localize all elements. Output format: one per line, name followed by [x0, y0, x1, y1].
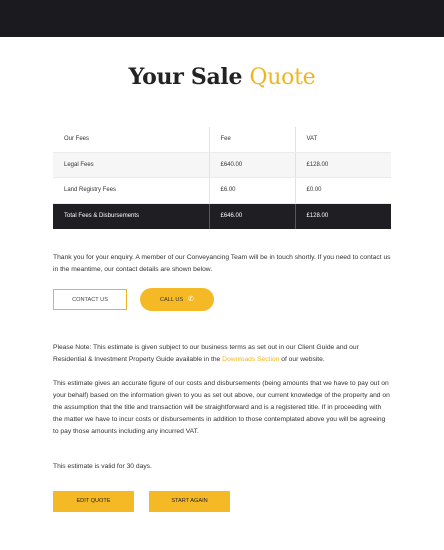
page-title: Your Sale Quote: [0, 64, 444, 90]
call-us-label: CALL US: [160, 297, 184, 303]
fee-amount: £640.00: [208, 152, 295, 178]
terms-note-text-end: of our website.: [279, 356, 325, 363]
contact-us-button[interactable]: CONTACT US: [53, 289, 127, 310]
fees-table: Our Fees Fee VAT Legal Fees £640.00 £128…: [53, 127, 391, 229]
vat-amount: £128.00: [294, 152, 391, 178]
table-header-row: Our Fees Fee VAT: [53, 127, 391, 153]
column-header-fee: Fee: [208, 127, 295, 153]
edit-quote-label: EDIT QUOTE: [76, 498, 111, 504]
page-title-main: Your Sale: [128, 64, 243, 90]
phone-icon: ✆: [188, 296, 194, 303]
thank-you-message: Thank you for your enquiry. A member of …: [53, 254, 391, 273]
fee-label: Land Registry Fees: [53, 177, 209, 204]
fee-label: Legal Fees: [53, 152, 209, 178]
estimate-disclaimer: This estimate gives an accurate figure o…: [53, 380, 390, 435]
total-label: Total Fees & Disbursements: [53, 203, 209, 229]
fee-amount: £6.00: [208, 177, 295, 204]
start-again-label: START AGAIN: [171, 498, 208, 504]
column-header-vat: VAT: [294, 127, 391, 153]
total-vat: £128.00: [294, 203, 391, 229]
page-title-accent: Quote: [249, 65, 316, 90]
edit-quote-button[interactable]: EDIT QUOTE: [53, 491, 134, 512]
contact-us-label: CONTACT US: [72, 297, 108, 303]
start-again-button[interactable]: START AGAIN: [149, 491, 230, 512]
downloads-section-link[interactable]: Downloads Section: [222, 356, 279, 363]
top-navigation-bar: [0, 0, 444, 37]
terms-note: Please Note: This estimate is given subj…: [53, 342, 391, 366]
call-us-button[interactable]: CALL US ✆: [140, 288, 214, 311]
table-row: Legal Fees £640.00 £128.00: [53, 152, 391, 178]
vat-amount: £0.00: [294, 177, 391, 204]
total-row: Total Fees & Disbursements £646.00 £128.…: [53, 203, 391, 229]
total-fee: £646.00: [208, 203, 295, 229]
table-row: Land Registry Fees £6.00 £0.00: [53, 177, 391, 204]
column-header-our-fees: Our Fees: [53, 127, 209, 153]
validity-note: This estimate is valid for 30 days.: [53, 463, 152, 470]
